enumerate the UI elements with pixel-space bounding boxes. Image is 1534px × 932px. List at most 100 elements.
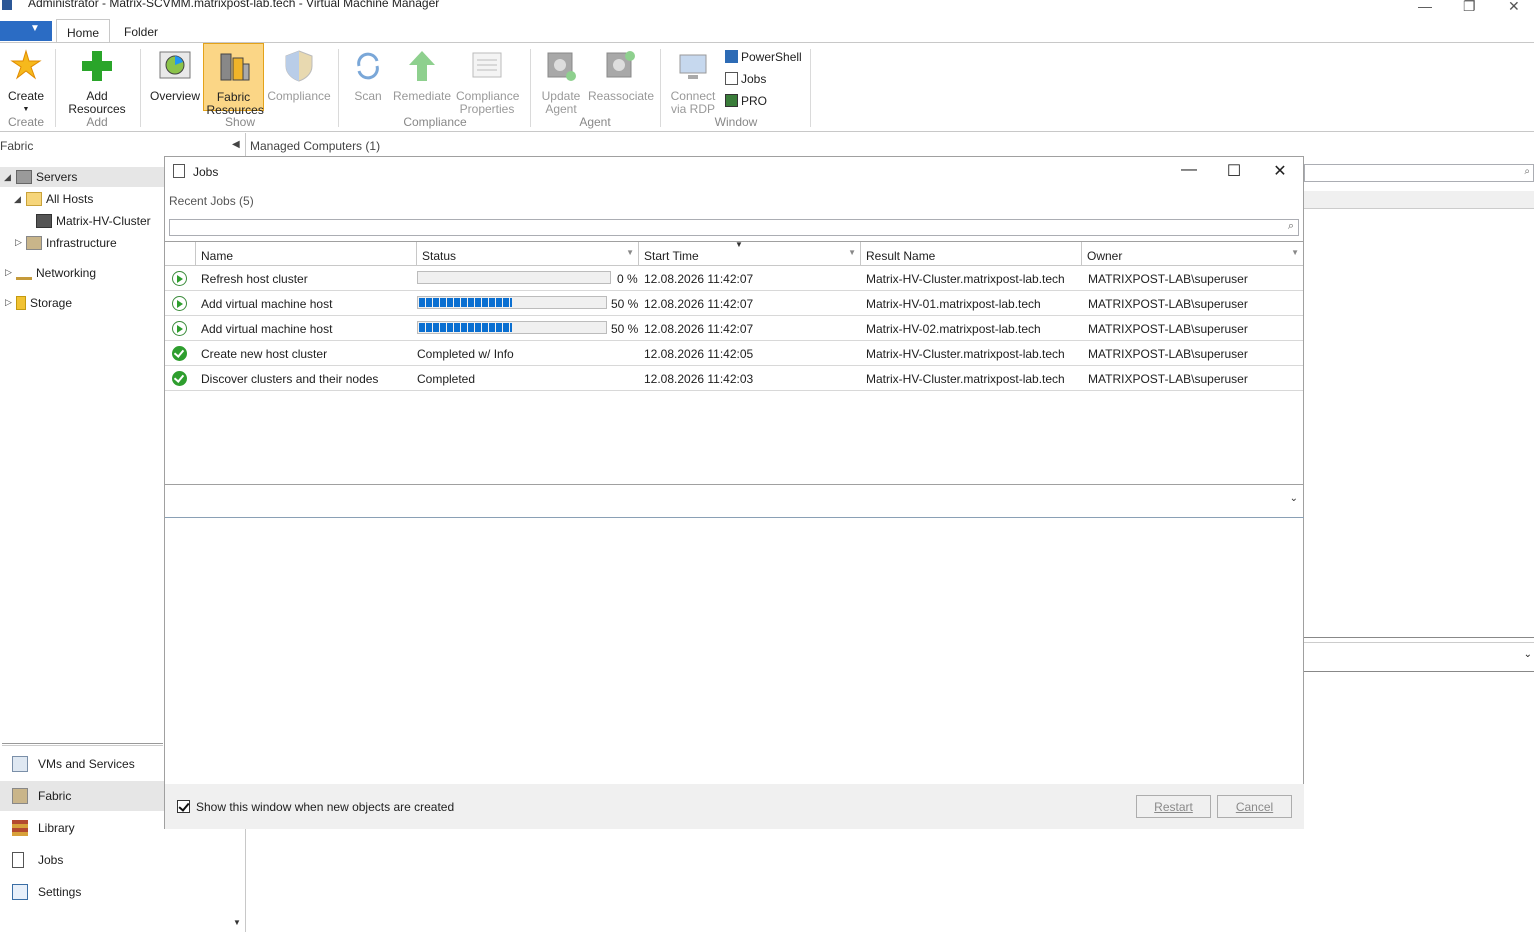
start-time: 12.08.2026 11:42:07 <box>644 272 754 286</box>
show-window-checkbox-label[interactable]: Show this window when new objects are cr… <box>196 800 454 814</box>
column-label: Owner <box>1087 249 1123 263</box>
overview-button[interactable]: Overview <box>148 43 202 113</box>
show-window-checkbox[interactable] <box>177 800 190 813</box>
start-time: 12.08.2026 11:42:05 <box>644 347 754 361</box>
create-button[interactable]: Create ▼ <box>4 43 48 113</box>
close-icon[interactable]: ✕ <box>1270 161 1290 181</box>
compliance-properties-label: Compliance Properties <box>456 89 520 116</box>
completed-status-icon <box>172 346 187 361</box>
column-header-owner[interactable]: Owner ▼ <box>1082 242 1303 266</box>
result-name: Matrix-HV-01.matrixpost-lab.tech <box>866 297 1041 311</box>
update-agent-button[interactable]: Update Agent <box>536 43 586 116</box>
close-icon[interactable]: ✕ <box>1508 0 1520 15</box>
fabric-resources-label: Fabric Resources <box>206 90 264 117</box>
compliance-button[interactable]: Compliance <box>266 43 332 113</box>
main-grid-header <box>1304 191 1534 209</box>
ribbon: Create ▼ Create Add Resources Add Overvi… <box>0 42 1534 132</box>
reassociate-button[interactable]: Reassociate <box>588 43 655 113</box>
overview-label: Overview <box>149 89 200 103</box>
table-row[interactable]: Create new host cluster Completed w/ Inf… <box>165 341 1303 366</box>
tab-folder[interactable]: Folder <box>114 19 168 43</box>
chevron-down-icon[interactable]: ⌄ <box>1524 649 1532 660</box>
table-row[interactable]: Add virtual machine host 50 % 12.08.2026… <box>165 316 1303 341</box>
add-plus-icon <box>82 51 112 81</box>
minimize-icon[interactable]: — <box>1418 0 1432 14</box>
pane-splitter[interactable] <box>2 743 163 746</box>
main-details-pane: ⌄ <box>1304 642 1534 672</box>
progress-bar <box>417 271 611 284</box>
tree-item-all-hosts[interactable]: All Hosts <box>26 192 93 206</box>
file-menu-button[interactable]: ▼ <box>0 21 52 41</box>
tree-item-networking[interactable]: Networking <box>16 266 96 280</box>
column-header-result-name[interactable]: Result Name <box>861 242 1082 266</box>
add-resources-button[interactable]: Add Resources <box>62 43 132 116</box>
expand-arrow-icon[interactable]: ◢ <box>14 194 21 205</box>
owner: MATRIXPOST-LAB\superuser <box>1088 372 1248 386</box>
ribbon-separator <box>140 49 141 127</box>
expand-arrow-icon[interactable]: ◢ <box>4 172 11 183</box>
column-header-status[interactable]: Status ▼ <box>417 242 639 266</box>
restore-icon[interactable]: ❐ <box>1463 0 1476 15</box>
jobs-search-input[interactable]: ⌕ <box>169 219 1299 236</box>
table-row[interactable]: Discover clusters and their nodes Comple… <box>165 366 1303 391</box>
main-search-input[interactable]: ⌕ <box>1304 164 1534 182</box>
powershell-button[interactable]: PowerShell <box>725 50 802 64</box>
owner: MATRIXPOST-LAB\superuser <box>1088 322 1248 336</box>
tab-home[interactable]: Home <box>56 19 111 43</box>
compliance-label: Compliance <box>267 89 331 103</box>
progress-fill <box>419 298 512 307</box>
fabric-resources-button[interactable]: Fabric Resources <box>203 43 264 117</box>
tree-item-matrix-hv-cluster[interactable]: Matrix-HV-Cluster <box>36 214 151 228</box>
library-icon <box>12 820 28 836</box>
cancel-button[interactable]: Cancel <box>1217 795 1292 818</box>
remediate-button[interactable]: Remediate <box>392 43 452 113</box>
window-title-bar: Administrator - Matrix-SCVMM.matrixpost-… <box>0 0 1534 18</box>
minimize-icon[interactable]: — <box>1179 161 1199 181</box>
scan-button[interactable]: Scan <box>348 43 388 113</box>
collapse-pane-icon[interactable]: ◀ <box>232 139 240 150</box>
maximize-icon[interactable]: ☐ <box>1224 161 1244 181</box>
tree-item-servers[interactable]: Servers <box>16 170 77 184</box>
column-label: Result Name <box>866 249 936 263</box>
nav-jobs[interactable]: Jobs <box>0 845 245 875</box>
column-header-state[interactable] <box>165 242 196 266</box>
running-status-icon <box>172 271 187 286</box>
column-header-name[interactable]: Name <box>196 242 417 266</box>
compliance-properties-button[interactable]: Compliance Properties <box>454 43 520 116</box>
ribbon-separator <box>55 49 56 127</box>
progress-bar <box>417 296 607 309</box>
tree-item-infrastructure[interactable]: Infrastructure <box>26 236 117 250</box>
filter-dropdown-icon[interactable]: ▼ <box>626 248 634 257</box>
powershell-label: PowerShell <box>741 50 802 64</box>
job-details-toggle[interactable]: ⌄ <box>165 484 1304 518</box>
nav-fabric[interactable]: Fabric <box>0 781 164 811</box>
nav-label: VMs and Services <box>38 757 135 771</box>
owner: MATRIXPOST-LAB\superuser <box>1088 272 1248 286</box>
tree-item-label: Infrastructure <box>46 236 117 250</box>
start-time: 12.08.2026 11:42:07 <box>644 297 754 311</box>
tree-item-storage[interactable]: Storage <box>16 296 72 310</box>
running-status-icon <box>172 321 187 336</box>
filter-dropdown-icon[interactable]: ▼ <box>848 248 856 257</box>
reassociate-label: Reassociate <box>588 89 655 103</box>
expand-arrow-icon[interactable]: ▷ <box>5 267 12 278</box>
restart-button[interactable]: Restart <box>1136 795 1211 818</box>
expand-arrow-icon[interactable]: ▷ <box>15 237 22 248</box>
connect-via-rdp-button[interactable]: Connect via RDP <box>666 43 720 116</box>
table-row[interactable]: Add virtual machine host 50 % 12.08.2026… <box>165 291 1303 316</box>
expand-arrow-icon[interactable]: ▷ <box>5 297 12 308</box>
table-row[interactable]: Refresh host cluster 0 % 12.08.2026 11:4… <box>165 266 1303 291</box>
nav-settings[interactable]: Settings <box>0 877 245 907</box>
progress-percent: 50 % <box>611 322 639 336</box>
nav-overflow-chevron-icon[interactable]: ▼ <box>233 918 241 927</box>
filter-dropdown-icon[interactable]: ▼ <box>1291 248 1299 257</box>
folder-icon <box>26 192 42 206</box>
column-header-start-time[interactable]: Start Time ▼ ▼ <box>639 240 861 266</box>
jobs-icon <box>12 852 24 868</box>
jobs-ribbon-button[interactable]: Jobs <box>725 72 766 86</box>
reassociate-icon <box>606 51 635 78</box>
job-name: Add virtual machine host <box>201 322 333 336</box>
jobs-ribbon-label: Jobs <box>741 72 767 86</box>
pro-button[interactable]: PRO <box>725 94 767 108</box>
progress-percent: 50 % <box>611 297 639 311</box>
